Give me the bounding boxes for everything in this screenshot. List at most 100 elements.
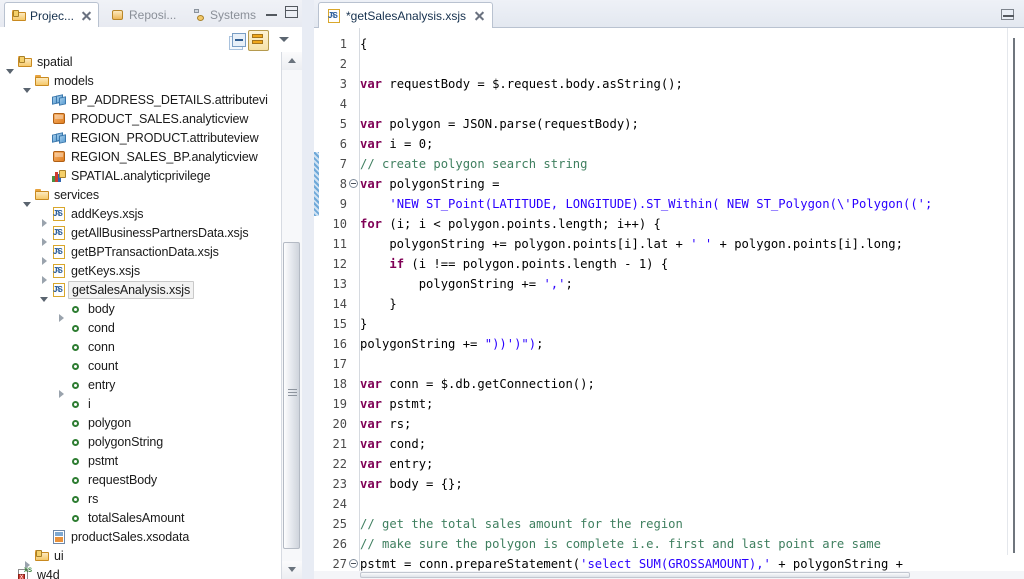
code-line[interactable]: // make sure the polygon is complete i.e… — [360, 534, 881, 554]
tree-item-w4d[interactable]: X XS w4d — [0, 565, 282, 579]
tab-project-explorer[interactable]: Projec... — [4, 2, 100, 29]
tree-item-spatial[interactable]: spatial — [0, 52, 282, 74]
tree-item-i[interactable]: i — [0, 394, 282, 413]
code-line[interactable]: var pstmt; — [360, 394, 433, 414]
code-line[interactable]: var i = 0; — [360, 134, 433, 154]
code-line[interactable]: var polygon = JSON.parse(requestBody); — [360, 114, 639, 134]
repositories-icon — [110, 7, 125, 23]
tree-item-polygonstring[interactable]: polygonString — [0, 432, 282, 451]
code-line[interactable] — [360, 354, 367, 374]
tree-item-ui[interactable]: ui — [0, 546, 282, 569]
tree-item-productsales-xsodata[interactable]: productSales.xsodata — [0, 527, 282, 546]
project-tree[interactable]: spatial models BP_ADDRESS_DETAILS.attribut… — [0, 52, 283, 579]
scrollbar-thumb[interactable] — [283, 242, 300, 549]
code-line[interactable]: { — [360, 34, 367, 54]
tree-item-services[interactable]: services — [0, 185, 282, 207]
scroll-up-arrow-icon[interactable] — [282, 52, 302, 70]
tree-item-models[interactable]: models — [0, 71, 282, 93]
close-icon[interactable] — [474, 11, 485, 22]
xsjs-file-icon: JS — [326, 8, 341, 24]
code-line[interactable]: var rs; — [360, 414, 411, 434]
tree-item-body[interactable]: body — [0, 299, 282, 322]
scroll-down-arrow-icon[interactable] — [282, 561, 302, 579]
line-number: 21 — [332, 437, 347, 451]
tree-item-getkeys-xsjs[interactable]: JSgetKeys.xsjs — [0, 261, 282, 284]
tree-item-label: PRODUCT_SALES.analyticview — [71, 111, 249, 126]
editor-overview-ruler[interactable] — [1007, 28, 1024, 555]
collapse-all-button[interactable] — [228, 30, 247, 50]
tree-item-getallbusinesspartnersdata-xsjs[interactable]: JSgetAllBusinessPartnersData.xsjs — [0, 223, 282, 246]
fold-collapse-icon[interactable] — [349, 179, 358, 188]
tab-repositories[interactable]: Reposi... — [104, 2, 182, 27]
code-line[interactable]: polygonString += ','; — [360, 274, 573, 294]
code-line[interactable] — [360, 54, 367, 74]
tree-item-conn[interactable]: conn — [0, 337, 282, 356]
code-line[interactable]: var entry; — [360, 454, 433, 474]
tree-item-cond[interactable]: cond — [0, 318, 282, 337]
line-number-gutter[interactable]: 1 2 3 4 5 6 7 8 9 10 11 12 13 14 15 16 17 18 19 20 21 22 23 24 2… — [319, 28, 360, 571]
code-line[interactable]: // get the total sales amount for the re… — [360, 514, 683, 534]
code-line[interactable] — [360, 494, 367, 514]
code-line[interactable]: } — [360, 314, 367, 334]
line-number: 25 — [332, 517, 347, 531]
code-line[interactable]: var body = {}; — [360, 474, 463, 494]
tree-item-addkeys-xsjs[interactable]: JSaddKeys.xsjs — [0, 204, 282, 227]
tree-item-spatial-analyticprivilege[interactable]: SPATIAL.analyticprivilege — [0, 166, 282, 185]
tree-item-product-sales-analyticview[interactable]: PRODUCT_SALES.analyticview — [0, 109, 282, 128]
tree-item-region-sales-bp-analyticview[interactable]: REGION_SALES_BP.analyticview — [0, 147, 282, 166]
panel-gap — [302, 0, 314, 579]
code-line[interactable]: 'NEW ST_Point(LATITUDE, LONGITUDE).ST_Wi… — [360, 194, 932, 214]
code-line[interactable]: for (i; i < polygon.points.length; i++) … — [360, 214, 661, 234]
tab-label: Systems — [210, 7, 257, 22]
tree-item-label: services — [54, 187, 100, 202]
tree-item-entry[interactable]: entry — [0, 375, 282, 398]
code-line[interactable]: polygonString += "))')"); — [360, 334, 543, 354]
editor-horizontal-scrollbar[interactable] — [314, 571, 1024, 579]
code-line[interactable]: var requestBody = $.request.body.asStrin… — [360, 74, 683, 94]
tree-item-label: polygon — [88, 415, 132, 430]
code-line[interactable]: var conn = $.db.getConnection(); — [360, 374, 595, 394]
tree-item-label: requestBody — [88, 472, 158, 487]
tree-item-bp-address-details-attributevi[interactable]: BP_ADDRESS_DETAILS.attributevi — [0, 90, 282, 109]
tree-item-label: SPATIAL.analyticprivilege — [71, 168, 211, 183]
scrollbar-thumb[interactable] — [360, 572, 910, 578]
line-number: 9 — [339, 197, 347, 211]
line-number: 27 — [332, 557, 347, 571]
variable-icon — [68, 320, 85, 336]
code-line[interactable]: } — [360, 294, 396, 314]
project-tree-scrollbar[interactable] — [281, 52, 302, 579]
link-with-editor-button[interactable] — [248, 30, 269, 51]
tab-systems[interactable]: Systems — [185, 2, 262, 27]
variable-icon — [68, 339, 85, 355]
tree-item-totalsalesamount[interactable]: totalSalesAmount — [0, 508, 282, 527]
line-number: 22 — [332, 457, 347, 471]
tree-item-polygon[interactable]: polygon — [0, 413, 282, 432]
code-line[interactable]: if (i !== polygon.points.length - 1) { — [360, 254, 668, 274]
tree-item-requestbody[interactable]: requestBody — [0, 470, 282, 489]
tree-item-label: getKeys.xsjs — [71, 263, 140, 278]
close-icon[interactable] — [81, 11, 92, 22]
editor-tab-label: *getSalesAnalysis.xsjs — [346, 9, 467, 23]
tree-item-region-product-attributeview[interactable]: REGION_PRODUCT.attributeview — [0, 128, 282, 147]
code-line[interactable]: pstmt = conn.prepareStatement('select SU… — [360, 554, 903, 571]
minimize-editor-button[interactable] — [1001, 9, 1014, 20]
variable-icon — [68, 415, 85, 431]
tree-item-rs[interactable]: rs — [0, 489, 282, 508]
view-menu-button[interactable] — [275, 30, 294, 49]
source-code[interactable]: { var requestBody = $.request.body.asStr… — [360, 28, 1008, 571]
minimize-view-button[interactable] — [265, 6, 278, 18]
tree-item-getsalesanalysis-xsjs[interactable]: JSgetSalesAnalysis.xsjs — [0, 280, 282, 302]
editor-tab-getsalesanalysis[interactable]: JS *getSalesAnalysis.xsjs — [318, 2, 494, 29]
code-line[interactable] — [360, 94, 367, 114]
overview-ruler-thumb[interactable] — [1013, 38, 1015, 553]
code-line[interactable]: polygonString += polygon.points[i].lat +… — [360, 234, 903, 254]
code-area[interactable]: 1 2 3 4 5 6 7 8 9 10 11 12 13 14 15 16 17 18 19 20 21 22 23 24 2… — [314, 28, 1024, 571]
tree-item-pstmt[interactable]: pstmt — [0, 451, 282, 470]
tree-item-count[interactable]: count — [0, 356, 282, 375]
tree-item-getbptransactiondata-xsjs[interactable]: JSgetBPTransactionData.xsjs — [0, 242, 282, 265]
code-line[interactable]: var cond; — [360, 434, 426, 454]
maximize-view-button[interactable] — [285, 6, 298, 18]
fold-collapse-icon[interactable] — [349, 559, 358, 568]
code-line[interactable]: // create polygon search string — [360, 154, 587, 174]
code-line[interactable]: var polygonString = — [360, 174, 499, 194]
